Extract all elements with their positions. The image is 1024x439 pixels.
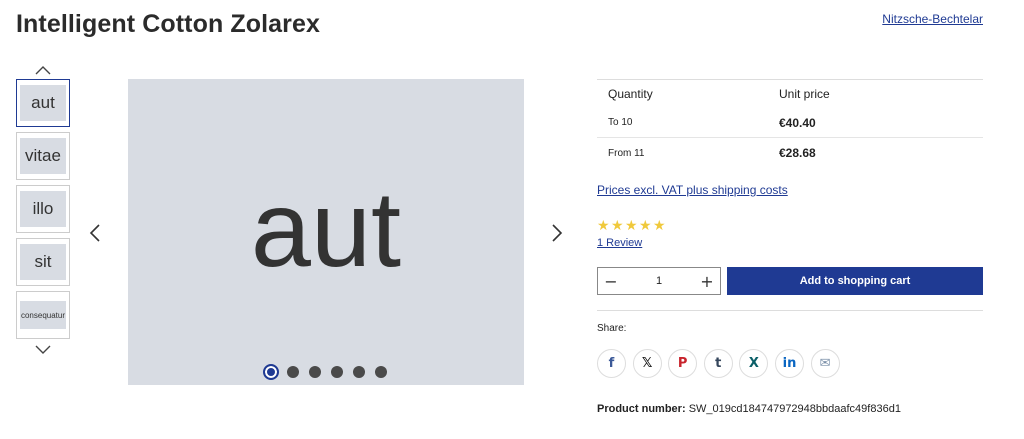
thumbnail-item[interactable]: aut (16, 79, 70, 127)
thumbnail-label: vitae (20, 138, 66, 174)
thumbnail-label: sit (20, 244, 66, 280)
tumblr-icon: t (715, 356, 722, 371)
minus-icon[interactable]: − (604, 272, 618, 291)
chevron-up-icon (35, 66, 51, 75)
star-icon: ★ (611, 218, 624, 234)
unit-price-header: Unit price (779, 87, 830, 101)
price-cell: €28.68 (779, 146, 816, 160)
chevron-down-icon (35, 345, 51, 354)
quantity-stepper: − 1 + (597, 267, 721, 295)
thumbnail-item[interactable]: consequatur (16, 291, 70, 339)
share-button[interactable]: 𝕏 (632, 349, 662, 378)
product-number: Product number: SW_019cd184747972948bbda… (597, 403, 983, 415)
share-button[interactable]: t (703, 349, 733, 378)
vat-shipping-link[interactable]: Prices excl. VAT plus shipping costs (597, 183, 983, 197)
quantity-header: Quantity (608, 87, 653, 101)
share-button[interactable]: P (668, 349, 698, 378)
manufacturer-link[interactable]: Nitzsche-Bechtelar (882, 12, 983, 26)
gallery-dot[interactable] (331, 366, 343, 378)
facebook-icon: f (608, 356, 615, 371)
gallery-dot[interactable] (353, 366, 365, 378)
main-image-text: aut (250, 168, 402, 289)
price-table-header: Quantity Unit price (597, 80, 983, 108)
share-button[interactable]: ✉ (810, 349, 840, 378)
price-table: Quantity Unit price To 10 €40.40 From 11… (597, 79, 983, 168)
share-button[interactable]: in (774, 349, 804, 378)
thumbnail-item[interactable]: vitae (16, 132, 70, 180)
table-row: From 11 €28.68 (597, 138, 983, 168)
chevron-left-icon (89, 224, 100, 242)
gallery-dot[interactable] (309, 366, 321, 378)
thumbnail-item[interactable]: illo (16, 185, 70, 233)
gallery-prev-button[interactable] (88, 222, 102, 244)
share-button[interactable]: f (597, 349, 626, 378)
review-link[interactable]: 1 Review (597, 237, 983, 249)
quantity-cell: To 10 (608, 117, 633, 128)
plus-icon[interactable]: + (700, 272, 714, 291)
share-buttons: f 𝕏 Pt Xin ✉ (597, 349, 983, 378)
gallery-dot[interactable] (375, 366, 387, 378)
thumbnail-label: illo (20, 191, 66, 227)
gallery-next-button[interactable] (550, 222, 564, 244)
add-to-cart-button[interactable]: Add to shopping cart (727, 267, 983, 295)
star-icon: ★ (597, 218, 610, 234)
thumbnails-down-arrow[interactable] (34, 345, 52, 355)
buy-box: Quantity Unit price To 10 €40.40 From 11… (597, 79, 983, 415)
thumbnail-list: aut vitae illo sit consequatur (16, 79, 70, 344)
pinterest-icon: P (677, 356, 688, 371)
divider (597, 310, 983, 311)
gallery-dot[interactable] (287, 366, 299, 378)
main-product-image[interactable]: aut (128, 79, 524, 385)
mail-icon: ✉ (819, 356, 831, 371)
quantity-input[interactable]: 1 (656, 275, 662, 287)
rating-stars: ★ ★ ★ ★ ★ (597, 218, 983, 234)
buy-row: − 1 + Add to shopping cart (597, 267, 983, 295)
xing-icon: X (748, 356, 759, 371)
thumbnail-label: aut (20, 85, 66, 121)
x-icon: 𝕏 (641, 356, 653, 371)
share-label: Share: (597, 323, 627, 334)
product-number-value: SW_019cd184747972948bbdaafc49f836d1 (688, 403, 901, 415)
star-icon: ★ (625, 218, 638, 234)
star-icon: ★ (639, 218, 652, 234)
linkedin-icon: in (782, 356, 797, 371)
thumbnails-up-arrow[interactable] (34, 65, 52, 75)
chevron-right-icon (552, 224, 563, 242)
share-button[interactable]: X (739, 349, 769, 378)
gallery-dots (263, 364, 397, 380)
table-row: To 10 €40.40 (597, 108, 983, 138)
thumbnail-label: consequatur (20, 301, 66, 329)
thumbnail-item[interactable]: sit (16, 238, 70, 286)
product-title: Intelligent Cotton Zolarex (16, 10, 320, 38)
gallery-dot[interactable] (263, 364, 279, 380)
quantity-cell: From 11 (608, 147, 645, 159)
star-icon: ★ (653, 218, 666, 234)
price-cell: €40.40 (779, 115, 816, 130)
product-number-label: Product number: (597, 403, 686, 415)
